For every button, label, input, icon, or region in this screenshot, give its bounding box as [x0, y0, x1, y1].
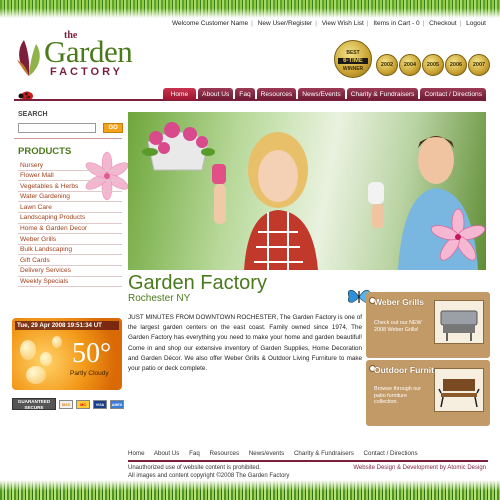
grass-header-decoration	[0, 0, 500, 18]
tab-charity-fundraisers[interactable]: Charity & Fundraisers	[346, 88, 419, 100]
leaf-icon	[17, 40, 40, 76]
promo-outdoor-furniture[interactable]: Outdoor Furniture Browse through our pat…	[366, 360, 490, 426]
promo-weber-grills[interactable]: Weber Grills Check out our NEW 2008 Webe…	[366, 292, 490, 358]
wish-list-link[interactable]: View Wish List	[322, 20, 364, 27]
logout-link[interactable]: Logout	[466, 20, 486, 27]
product-link-lawn-care[interactable]: Lawn Care	[18, 202, 122, 213]
product-link-water-gardening[interactable]: Water Gardening	[18, 192, 122, 203]
cart-link[interactable]: Items in Cart - 0	[373, 20, 419, 27]
footer-nav: Home About Us Faq Resources News/events …	[128, 450, 426, 457]
winner-medal: BEST 6-TIME WINNER	[334, 40, 372, 78]
award-medal: 2007	[468, 54, 490, 76]
payment-methods: GUARANTEED SECURE DISC MC VISA AMEX	[12, 398, 124, 410]
footer-copyright: Unauthorized use of website content is p…	[128, 465, 290, 479]
search-input[interactable]	[18, 122, 96, 133]
product-link-bulk-landscaping[interactable]: Bulk Landscaping	[18, 245, 122, 256]
search-go-button[interactable]: GO	[103, 122, 123, 133]
visa-card-icon: VISA	[93, 399, 107, 409]
promo-text: Check out our NEW 2008 Weber Grills!	[374, 320, 422, 333]
product-link-weber-grills[interactable]: Weber Grills	[18, 234, 122, 245]
search-box: SEARCH GO	[18, 111, 123, 137]
top-links: Welcome Customer Name | New User/Register…	[172, 20, 486, 27]
award-medal: 2005	[422, 54, 444, 76]
award-medal: 2002	[376, 54, 398, 76]
site-logo[interactable]: the Garden FACTORY	[14, 30, 164, 82]
search-label: SEARCH	[18, 111, 48, 118]
bench-image	[434, 368, 484, 412]
award-badges: BEST 6-TIME WINNER 2002 2004 2005 2006 2…	[334, 40, 490, 82]
footer-link-contact[interactable]: Contact / Directions	[364, 450, 418, 457]
grass-footer-decoration	[0, 480, 500, 500]
page-subtitle: Rochester NY	[128, 293, 191, 304]
products-menu: PRODUCTS Nursery Flower Mall Vegetables …	[18, 146, 122, 288]
footer-link-home[interactable]: Home	[128, 450, 145, 457]
hero-image	[128, 112, 486, 270]
promo-title: Weber Grills	[374, 297, 424, 307]
product-link-vegetables-herbs[interactable]: Vegetables & Herbs	[18, 181, 122, 192]
footer-link-about-us[interactable]: About Us	[154, 450, 179, 457]
product-link-gift-cards[interactable]: Gift Cards	[18, 255, 122, 266]
tab-contact-directions[interactable]: Contact / Directions	[420, 88, 486, 100]
weather-temperature: 50°	[72, 338, 112, 369]
amex-card-icon: AMEX	[110, 399, 124, 409]
award-medal: 2004	[399, 54, 421, 76]
grill-image	[434, 300, 484, 344]
award-medal: 2006	[445, 54, 467, 76]
gardeners-photo	[142, 122, 486, 270]
product-link-delivery-services[interactable]: Delivery Services	[18, 266, 122, 277]
product-link-landscaping-products[interactable]: Landscaping Products	[18, 213, 122, 224]
tab-about-us[interactable]: About Us	[198, 88, 234, 100]
footer-link-faq[interactable]: Faq	[189, 450, 200, 457]
footer-credit-link[interactable]: Website Design & Development by Atomic D…	[353, 465, 486, 471]
tab-faq[interactable]: Faq	[235, 88, 255, 100]
promo-text: Browse through our patio furniture colle…	[374, 386, 422, 405]
discover-card-icon: DISC	[59, 399, 73, 409]
secure-badge: GUARANTEED SECURE	[12, 398, 56, 410]
product-link-home-garden-decor[interactable]: Home & Garden Decor	[18, 224, 122, 235]
footer-divider	[128, 460, 488, 462]
footer-link-resources[interactable]: Resources	[210, 450, 240, 457]
page-title: Garden Factory	[128, 272, 267, 294]
mastercard-icon: MC	[76, 399, 90, 409]
weather-widget: Tue, 29 Apr 2008 19:51:34 UT 50° Partly …	[12, 318, 122, 390]
product-link-nursery[interactable]: Nursery	[18, 160, 122, 171]
intro-text: JUST MINUTES FROM DOWNTOWN ROCHESTER, Th…	[128, 314, 362, 373]
tab-home[interactable]: Home	[162, 88, 197, 100]
logo-garden: Garden	[44, 34, 133, 69]
tab-resources[interactable]: Resources	[256, 88, 297, 100]
logo-factory: FACTORY	[50, 66, 123, 78]
product-link-flower-mall[interactable]: Flower Mall	[18, 171, 122, 182]
footer-link-news-events[interactable]: News/events	[249, 450, 284, 457]
welcome-link[interactable]: Welcome Customer Name	[172, 20, 248, 27]
product-link-weekly-specials[interactable]: Weekly Specials	[18, 277, 122, 288]
sidebar-divider	[14, 138, 122, 139]
main-nav: Home About Us Faq Resources News/Events …	[162, 88, 486, 100]
weather-date: Tue, 29 Apr 2008 19:51:34 UT	[15, 321, 119, 330]
weather-condition: Partly Cloudy	[70, 370, 109, 377]
products-heading: PRODUCTS	[18, 146, 72, 157]
register-link[interactable]: New User/Register	[258, 20, 313, 27]
footer-link-charity[interactable]: Charity & Fundraisers	[294, 450, 354, 457]
tab-news-events[interactable]: News/Events	[298, 88, 345, 100]
checkout-link[interactable]: Checkout	[429, 20, 456, 27]
